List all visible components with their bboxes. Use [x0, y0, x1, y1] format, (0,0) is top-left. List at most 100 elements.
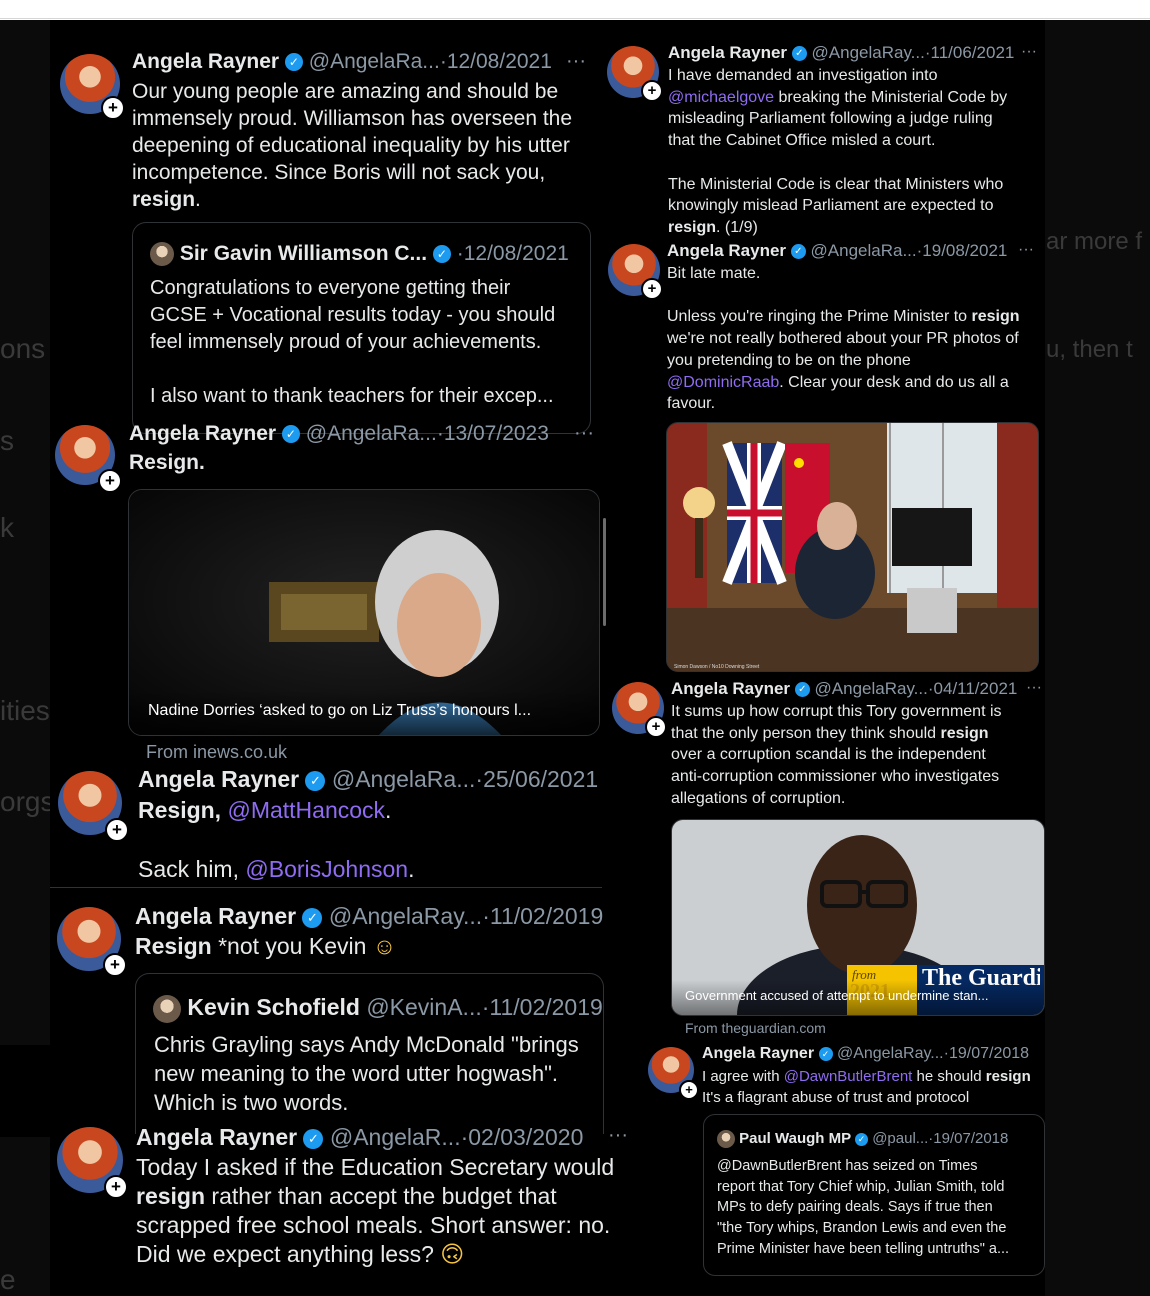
tweet-photo[interactable]: Simon Dawson / No10 Downing Street [666, 422, 1039, 672]
follow-plus-icon[interactable]: + [105, 818, 129, 842]
quoted-header: Kevin Schofield @KevinA...·11/02/2019 [153, 994, 603, 1023]
author-handle[interactable]: @AngelaRay... [815, 679, 928, 698]
quoted-date: 12/08/2021 [463, 242, 569, 265]
author-handle[interactable]: @AngelaR... [330, 1124, 461, 1150]
author-name[interactable]: Angela Rayner [138, 766, 299, 792]
tweet-text: I agree with @DawnButlerBrent he should … [702, 1068, 1031, 1106]
tweet-date[interactable]: 25/06/2021 [483, 766, 598, 792]
quoted-handle: @KevinA... [366, 994, 482, 1020]
tweet-date[interactable]: 04/11/2021 [934, 679, 1018, 698]
author-name[interactable]: Angela Rayner [702, 1045, 814, 1062]
tweet-date[interactable]: 11/06/2021 [931, 43, 1015, 62]
tweet-header: Angela Rayner ✓ @AngelaRa...·25/06/2021 [138, 766, 598, 793]
tweet-header: Angela Rayner ✓ @AngelaRay...·11/02/2019 [135, 903, 603, 930]
quoted-author-name: Sir Gavin Williamson C... [179, 242, 428, 265]
mention-link[interactable]: @MattHancock [227, 797, 385, 823]
follow-plus-icon[interactable]: + [679, 1080, 699, 1100]
verified-icon: ✓ [284, 53, 303, 72]
card-source[interactable]: From inews.co.uk [146, 742, 287, 763]
more-options-icon[interactable]: ··· [1021, 43, 1037, 61]
author-name[interactable]: Angela Rayner [135, 903, 296, 929]
author-handle[interactable]: @AngelaRa... [306, 422, 437, 445]
tweet-text: Today I asked if the Education Secretary… [136, 1154, 615, 1267]
tweet-text: Resign *not you Kevin ☺ [135, 933, 397, 959]
author-name[interactable]: Angela Rayner [668, 43, 787, 62]
verified-icon: ✓ [281, 425, 300, 444]
author-handle[interactable]: @AngelaRay... [329, 903, 482, 929]
verified-icon: ✓ [432, 245, 451, 264]
mention-link[interactable]: @BorisJohnson [245, 856, 408, 882]
separator-dot: · [475, 766, 484, 792]
tweet-date[interactable]: 02/03/2020 [468, 1124, 583, 1150]
author-name[interactable]: Angela Rayner [667, 241, 786, 260]
bg-text-fragment: u, then t [1046, 336, 1133, 363]
more-options-icon[interactable]: ··· [566, 50, 586, 73]
card-source[interactable]: From theguardian.com [685, 1020, 826, 1036]
more-options-icon[interactable]: ··· [1018, 241, 1034, 259]
mention-link[interactable]: @michaelgove [668, 89, 774, 106]
tweet-header: Angela Rayner ✓ @AngelaRa...·12/08/2021 [132, 50, 552, 74]
follow-plus-icon[interactable]: + [641, 278, 663, 300]
more-options-icon[interactable]: ··· [1026, 679, 1042, 697]
bg-text-fragment: ities [0, 695, 50, 726]
author-handle[interactable]: @AngelaRay... [837, 1045, 944, 1062]
quoted-avatar [150, 242, 174, 267]
follow-plus-icon[interactable]: + [98, 469, 122, 493]
divider [50, 887, 602, 888]
quoted-date: 19/07/2018 [933, 1130, 1009, 1147]
tweet-date[interactable]: 12/08/2021 [447, 50, 552, 73]
author-handle[interactable]: @AngelaRa... [309, 50, 440, 73]
quoted-text: Congratulations to everyone getting thei… [150, 277, 556, 407]
quoted-date: 11/02/2019 [489, 994, 603, 1020]
scrollbar[interactable] [603, 518, 606, 626]
follow-plus-icon[interactable]: + [103, 953, 127, 977]
tweet-text: Resign, @MattHancock. [138, 797, 392, 823]
tweet-date[interactable]: 19/07/2018 [949, 1045, 1029, 1062]
author-handle[interactable]: @AngelaRay... [812, 43, 925, 62]
follow-plus-icon[interactable]: + [645, 716, 667, 738]
tweet-text: Resign. [129, 451, 205, 474]
follow-plus-icon[interactable]: + [104, 1175, 128, 1199]
tweet-text: I have demanded an investigation into @m… [668, 67, 1008, 236]
link-card[interactable]: Nadine Dorries ‘asked to go on Liz Truss… [128, 489, 600, 736]
tweet-header: Angela Rayner ✓ @AngelaRay...·04/11/2021 [671, 679, 1017, 699]
follow-plus-icon[interactable]: + [101, 96, 125, 120]
verified-icon: ✓ [794, 682, 810, 698]
bg-text-fragment: ons [0, 333, 46, 364]
background-dark-block [0, 1045, 50, 1137]
bg-text-fragment: orgs [0, 786, 55, 817]
verified-icon: ✓ [302, 907, 323, 928]
follow-plus-icon[interactable]: + [641, 80, 663, 102]
quoted-author-name: Paul Waugh MP [739, 1130, 851, 1147]
mention-link[interactable]: @DominicRaab [667, 374, 779, 391]
link-card[interactable]: from 2021 The Guardian Government accuse… [671, 819, 1045, 1016]
tweet-text: Our young people are amazing and should … [132, 80, 573, 211]
author-name[interactable]: Angela Rayner [129, 422, 276, 445]
separator-dot: · [439, 50, 447, 73]
mention-link[interactable]: @DawnButlerBrent [784, 1068, 913, 1085]
tweet-date[interactable]: 13/07/2023 [444, 422, 549, 445]
author-handle[interactable]: @AngelaRa... [332, 766, 476, 792]
quoted-text: @DawnButlerBrent has seized on Times rep… [717, 1158, 1010, 1257]
tweet-text-line2: Sack him, @BorisJohnson. [138, 856, 415, 882]
author-name[interactable]: Angela Rayner [136, 1124, 297, 1150]
author-name[interactable]: Angela Rayner [671, 679, 790, 698]
quoted-header: Paul Waugh MP ✓ @paul...·19/07/2018 [717, 1130, 1009, 1149]
author-handle[interactable]: @AngelaRa... [811, 241, 917, 260]
verified-icon: ✓ [305, 770, 326, 791]
tweet-text: It sums up how corrupt this Tory governm… [671, 703, 1002, 807]
tweet-date[interactable]: 19/08/2021 [922, 241, 1007, 260]
quoted-header: Sir Gavin Williamson C... ✓ ·12/08/2021 [150, 242, 569, 267]
tweet-date[interactable]: 11/02/2019 [490, 903, 603, 929]
quoted-avatar [717, 1130, 735, 1149]
separator-dot: · [482, 903, 490, 929]
separator-dot: · [456, 242, 464, 265]
more-options-icon[interactable]: ··· [608, 1124, 628, 1147]
background-right-strip [1045, 20, 1150, 1296]
photo-raab-on-phone [667, 423, 1038, 671]
tweet-header: Angela Rayner ✓ @AngelaR...·02/03/2020 [136, 1124, 583, 1151]
quoted-avatar [153, 994, 181, 1023]
more-options-icon[interactable]: ··· [574, 422, 594, 445]
author-name[interactable]: Angela Rayner [132, 50, 279, 73]
tweet-header: Angela Rayner ✓ @AngelaRay...·19/07/2018 [702, 1045, 1029, 1063]
